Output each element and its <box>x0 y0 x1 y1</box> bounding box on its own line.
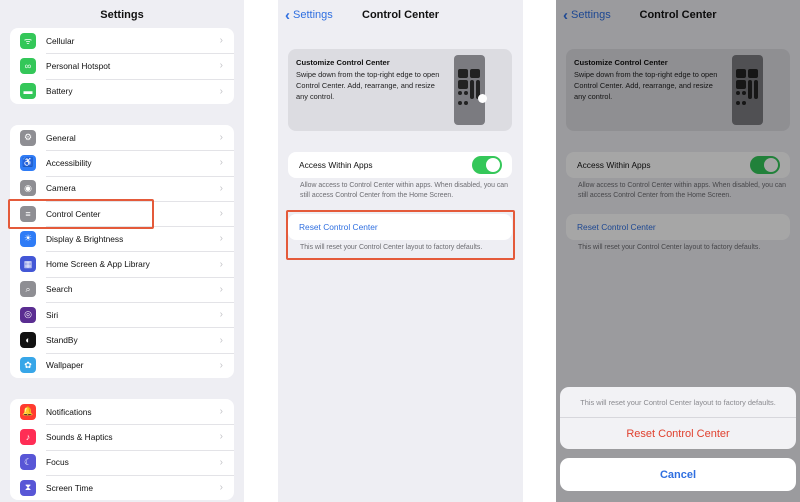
access-within-apps-description: Allow access to Control Center within ap… <box>300 182 508 199</box>
reset-description: This will reset your Control Center layo… <box>300 244 483 251</box>
flower-icon: ✿ <box>20 357 36 374</box>
settings-row-accessibility[interactable]: ♿ Accessibility › <box>10 150 234 175</box>
chevron-right-icon: › <box>219 482 223 494</box>
settings-row-label: Cellular <box>46 35 75 46</box>
settings-row-label: Screen Time <box>46 482 94 493</box>
settings-row-label: Accessibility <box>46 157 92 168</box>
settings-row-label: Siri <box>46 309 59 320</box>
customize-title: Customize Control Center <box>296 58 390 67</box>
bell-icon: 🔔 <box>20 403 36 420</box>
antenna-icon: ᯤ <box>20 32 36 49</box>
settings-row-label: Search <box>46 284 73 295</box>
chevron-right-icon: › <box>219 157 223 169</box>
chevron-right-icon: › <box>219 456 223 468</box>
control-center-preview-icon <box>454 55 487 125</box>
settings-row-label: Notifications <box>46 406 92 417</box>
chevron-right-icon: › <box>219 258 223 270</box>
home-screen-icon: ▦ <box>20 256 36 273</box>
chevron-right-icon: › <box>219 334 223 346</box>
gear-icon: ⚙ <box>20 129 36 146</box>
chevron-right-icon: › <box>219 233 223 245</box>
settings-row-control-center[interactable]: ≡ Control Center › <box>10 200 234 226</box>
reset-control-center-label: Reset Control Center <box>299 222 378 232</box>
cancel-button[interactable]: Cancel <box>560 458 796 491</box>
chevron-right-icon: › <box>219 283 223 295</box>
speaker-icon: ♪ <box>20 428 36 445</box>
chevron-right-icon: › <box>219 60 223 72</box>
settings-row-label: Display & Brightness <box>46 233 124 244</box>
customize-description: Swipe down from the top-right edge to op… <box>296 70 440 101</box>
settings-row-sounds-and-haptics[interactable]: ♪ Sounds & Haptics › <box>10 424 234 449</box>
settings-panel: Settings ᯤ Cellular › ∞ Personal Hotspot › ▬ Ba… <box>0 0 244 502</box>
access-within-apps-row: Access Within Apps <box>288 152 512 178</box>
reset-confirmation-panel: ‹ Settings Control Center Customize Cont… <box>556 0 800 502</box>
standby-icon: ◐ <box>20 332 36 349</box>
settings-row-siri[interactable]: ◎ Siri › <box>10 302 234 327</box>
settings-row-label: Sounds & Haptics <box>46 431 113 442</box>
moon-icon: ☾ <box>20 454 36 471</box>
settings-row-wallpaper[interactable]: ✿ Wallpaper › <box>10 352 234 378</box>
settings-row-label: Camera <box>46 183 76 194</box>
settings-row-search[interactable]: ⌕ Search › <box>10 276 234 302</box>
page-title: Control Center <box>362 9 439 21</box>
settings-row-label: Home Screen & App Library <box>46 259 150 270</box>
settings-row-label: Control Center <box>46 208 101 219</box>
settings-row-camera[interactable]: ◉ Camera › <box>10 175 234 201</box>
siri-icon: ◎ <box>20 306 36 323</box>
settings-row-label: Wallpaper <box>46 360 84 371</box>
control-center-panel: ‹ Settings Control Center Customize Cont… <box>278 0 523 502</box>
chevron-right-icon: › <box>219 431 223 443</box>
settings-row-label: Focus <box>46 457 69 468</box>
settings-row-notifications[interactable]: 🔔 Notifications › <box>10 399 234 424</box>
accessibility-icon: ♿ <box>20 154 36 171</box>
settings-row-battery[interactable]: ▬ Battery › <box>10 78 234 104</box>
customize-card[interactable]: Customize Control Center Swipe down from… <box>288 49 512 131</box>
action-sheet: This will reset your Control Center layo… <box>560 387 796 449</box>
settings-row-focus[interactable]: ☾ Focus › <box>10 449 234 475</box>
action-sheet-message: This will reset your Control Center layo… <box>580 397 776 407</box>
reset-control-center-button[interactable]: Reset Control Center <box>288 214 512 240</box>
switches-icon: ≡ <box>20 205 36 222</box>
chevron-right-icon: › <box>219 85 223 97</box>
battery-icon: ▬ <box>20 83 36 100</box>
settings-row-standby[interactable]: ◐ StandBy › <box>10 327 234 352</box>
chevron-right-icon: › <box>219 309 223 321</box>
settings-group-notifications: 🔔 Notifications › ♪ Sounds & Haptics › ☾ Focus ›… <box>10 399 234 501</box>
access-within-apps-label: Access Within Apps <box>299 160 373 170</box>
camera-icon: ◉ <box>20 180 36 197</box>
settings-row-cellular[interactable]: ᯤ Cellular › <box>10 28 234 53</box>
chevron-right-icon: › <box>219 208 223 220</box>
settings-row-personal-hotspot[interactable]: ∞ Personal Hotspot › <box>10 53 234 78</box>
settings-row-label: StandBy <box>46 335 78 346</box>
sun-icon: ☀ <box>20 230 36 247</box>
settings-title: Settings <box>100 9 144 21</box>
settings-row-home-screen-and-app-library[interactable]: ▦ Home Screen & App Library › <box>10 251 234 276</box>
search-icon: ⌕ <box>20 281 36 298</box>
settings-row-label: Personal Hotspot <box>46 60 111 71</box>
link-icon: ∞ <box>20 57 36 74</box>
chevron-right-icon: › <box>219 182 223 194</box>
settings-group-connectivity: ᯤ Cellular › ∞ Personal Hotspot › ▬ Battery › <box>10 28 234 104</box>
settings-row-label: Battery <box>46 86 73 97</box>
chevron-right-icon: › <box>219 406 223 418</box>
chevron-right-icon: › <box>219 132 223 144</box>
hourglass-icon: ⧗ <box>20 479 36 496</box>
settings-group-general: ⚙ General › ♿ Accessibility › ◉ Camera › ≡ Control… <box>10 125 234 378</box>
settings-row-general[interactable]: ⚙ General › <box>10 125 234 150</box>
settings-row-label: General <box>46 132 76 143</box>
chevron-right-icon: › <box>219 359 223 371</box>
settings-row-display-and-brightness[interactable]: ☀ Display & Brightness › <box>10 226 234 251</box>
access-within-apps-toggle[interactable] <box>472 156 502 174</box>
chevron-right-icon: › <box>219 35 223 47</box>
confirm-reset-button[interactable]: Reset Control Center <box>560 417 796 449</box>
settings-row-screen-time[interactable]: ⧗ Screen Time › <box>10 474 234 500</box>
